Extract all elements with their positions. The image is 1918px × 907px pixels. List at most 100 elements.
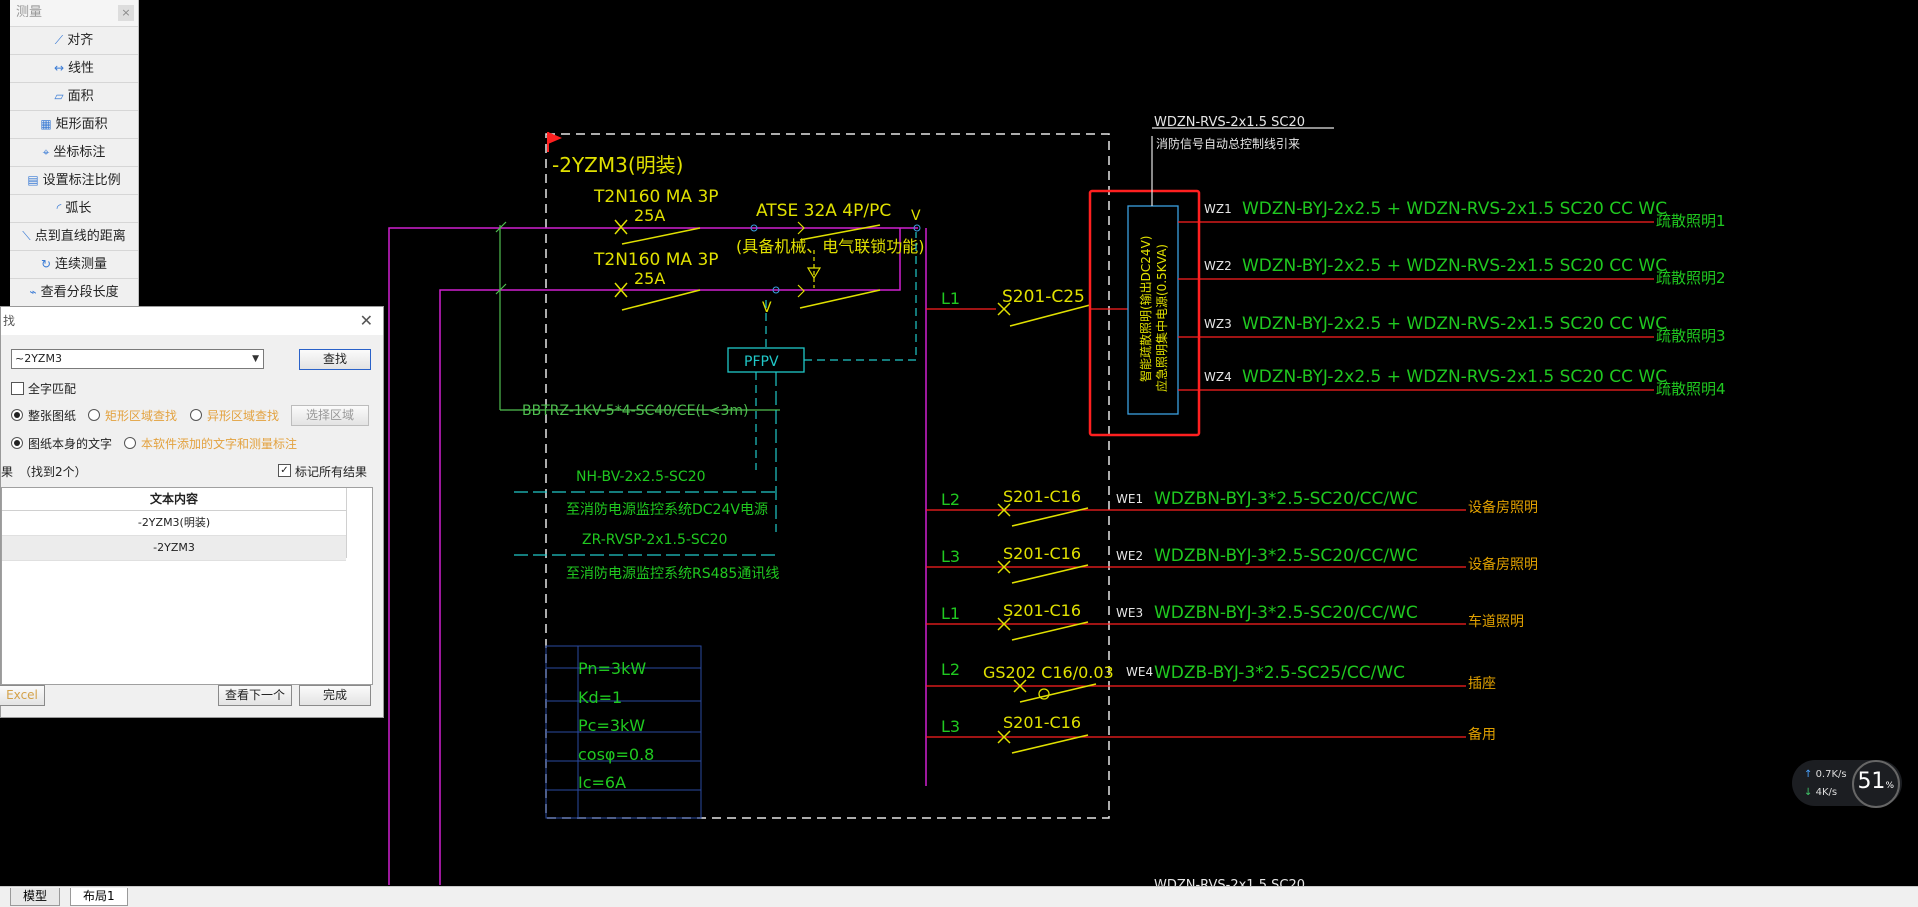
excel-button[interactable]: Excel bbox=[0, 685, 45, 706]
mark-all-label: 标记所有结果 bbox=[295, 465, 368, 479]
measure-item-label: 查看分段长度 bbox=[40, 285, 119, 300]
coordinate-icon: ⌖ bbox=[42, 145, 50, 159]
wz-circuit-1: WZ1 WDZN-BYJ-2x2.5 + WDZN-RVS-2x1.5 SC20… bbox=[1178, 199, 1726, 230]
measure-linear-button[interactable]: ↔ 线性 bbox=[10, 55, 138, 83]
measure-align-button[interactable]: ⟋ 对齐 bbox=[10, 27, 138, 55]
measure-item-label: 弧长 bbox=[65, 201, 92, 216]
signal-cable-label: WDZN-RVS-2x1.5 SC20 bbox=[1154, 115, 1305, 130]
svg-text:设备房照明: 设备房照明 bbox=[1468, 499, 1538, 516]
measure-item-label: 面积 bbox=[67, 89, 94, 104]
svg-text:疏散照明1: 疏散照明1 bbox=[1656, 212, 1726, 230]
measure-point-line-button[interactable]: ⟍ 点到直线的距离 bbox=[10, 223, 138, 251]
scope-irregular-label: 异形区域查找 bbox=[207, 409, 280, 423]
area-icon: ▱ bbox=[54, 89, 64, 103]
search-input-value: ~2YZM3 bbox=[15, 352, 62, 365]
text-source-drawing-radio[interactable] bbox=[11, 437, 23, 449]
align-measure-icon: ⟋ bbox=[54, 33, 64, 47]
load-table: Pn=3kW Kd=1 Pc=3kW cosφ=0.8 Ic=6A bbox=[545, 645, 702, 819]
segment-icon: ⌁ bbox=[29, 285, 37, 299]
we-circuit-4: L2 GS202 C16/0.03 WE4 WDZB-BYJ-3*2.5-SC2… bbox=[926, 660, 1496, 703]
results-count: 果 （找到2个） bbox=[1, 465, 87, 479]
measure-rect-area-button[interactable]: ▦ 矩形面积 bbox=[10, 111, 138, 139]
select-area-button[interactable]: 选择区域 bbox=[291, 405, 369, 426]
table-row[interactable]: -2YZM3 bbox=[2, 536, 346, 561]
scope-rect-label: 矩形区域查找 bbox=[105, 409, 178, 423]
match-whole-checkbox[interactable] bbox=[11, 382, 24, 395]
emergency-box-label-1: 智能疏散照明(输出DC24V) bbox=[1138, 236, 1153, 382]
download-speed: 4K/s bbox=[1804, 787, 1838, 798]
svg-text:WDZN-BYJ-2x2.5 + WDZN-RVS-2x1.: WDZN-BYJ-2x2.5 + WDZN-RVS-2x1.5 SC20 CC … bbox=[1242, 367, 1667, 387]
done-button[interactable]: 完成 bbox=[299, 685, 371, 706]
svg-text:疏散照明4: 疏散照明4 bbox=[1656, 380, 1726, 398]
svg-text:WZ2: WZ2 bbox=[1204, 259, 1232, 273]
find-button[interactable]: 查找 bbox=[299, 349, 371, 370]
svg-text:L3: L3 bbox=[941, 717, 960, 736]
svg-text:GS202 C16/0.03: GS202 C16/0.03 bbox=[983, 663, 1114, 682]
svg-text:S201-C16: S201-C16 bbox=[1003, 544, 1081, 563]
breaker-1-rating: 25A bbox=[634, 206, 665, 225]
svg-text:WDZB-BYJ-3*2.5-SC25/CC/WC: WDZB-BYJ-3*2.5-SC25/CC/WC bbox=[1154, 663, 1405, 683]
close-icon[interactable]: ✕ bbox=[360, 307, 373, 335]
mark-all-checkbox[interactable]: ✓ bbox=[278, 464, 291, 477]
scale-icon: ▤ bbox=[27, 173, 39, 187]
arc-icon: ◜ bbox=[56, 201, 62, 215]
breaker-1-label: T2N160 MA 3P bbox=[593, 187, 719, 207]
measure-arc-button[interactable]: ◜ 弧长 bbox=[10, 195, 138, 223]
next-button[interactable]: 查看下一个 bbox=[218, 685, 292, 706]
point-line-icon: ⟍ bbox=[22, 229, 31, 243]
svg-text:WZ4: WZ4 bbox=[1204, 370, 1232, 384]
panel-name: -2YZM3(明装) bbox=[552, 153, 683, 177]
svg-text:WZ1: WZ1 bbox=[1204, 202, 1232, 216]
scope-rect-radio[interactable] bbox=[88, 409, 100, 421]
measure-area-button[interactable]: ▱ 面积 bbox=[10, 83, 138, 111]
svg-text:WE1: WE1 bbox=[1116, 492, 1143, 506]
upload-speed: 0.7K/s bbox=[1804, 769, 1847, 780]
svg-text:L2: L2 bbox=[941, 660, 960, 679]
scope-whole-radio[interactable] bbox=[11, 409, 23, 421]
emergency-power-box bbox=[1127, 205, 1179, 415]
feed-cable-label: BBTRZ-1KV-5*4-SC40/CE(L<3m) bbox=[522, 403, 748, 419]
svg-text:WDZN-BYJ-2x2.5 + WDZN-RVS-2x1.: WDZN-BYJ-2x2.5 + WDZN-RVS-2x1.5 SC20 CC … bbox=[1242, 256, 1667, 276]
pfpv-label: PFPV bbox=[744, 354, 779, 370]
main-breaker-label: S201-C25 bbox=[1002, 287, 1085, 307]
we-circuit-2: L3 S201-C16 WE2 WDZBN-BYJ-3*2.5-SC20/CC/… bbox=[926, 544, 1538, 584]
select-area-label: 选择区域 bbox=[305, 408, 354, 422]
network-speed-widget[interactable]: 0.7K/s 4K/s 51% bbox=[1792, 760, 1902, 808]
text-source-added-radio[interactable] bbox=[124, 437, 136, 449]
zr-cable-label: ZR-RVSP-2x1.5-SC20 bbox=[582, 532, 727, 548]
svg-text:Pn=3kW: Pn=3kW bbox=[578, 659, 646, 678]
signal-cable-note: 消防信号自动总控制线引来 bbox=[1156, 136, 1300, 151]
search-input[interactable]: ~2YZM3 ▼ bbox=[11, 349, 264, 369]
svg-text:S201-C16: S201-C16 bbox=[1003, 601, 1081, 620]
layout-tab-bar: 模型 布局1 bbox=[0, 886, 1918, 907]
svg-text:Ic=6A: Ic=6A bbox=[578, 773, 626, 792]
measure-coordinate-button[interactable]: ⌖ 坐标标注 bbox=[10, 139, 138, 167]
measure-continuous-button[interactable]: ↻ 连续测量 bbox=[10, 251, 138, 279]
svg-text:WE2: WE2 bbox=[1116, 549, 1143, 563]
measure-item-label: 设置标注比例 bbox=[42, 173, 121, 188]
emergency-box-label-2: 应急照明集中电源(0.5KVA) bbox=[1154, 244, 1169, 392]
svg-text:插座: 插座 bbox=[1468, 676, 1496, 692]
svg-text:WDZBN-BYJ-3*2.5-SC20/CC/WC: WDZBN-BYJ-3*2.5-SC20/CC/WC bbox=[1154, 489, 1418, 509]
table-row[interactable]: -2YZM3(明装) bbox=[2, 511, 346, 536]
tab-layout1[interactable]: 布局1 bbox=[70, 888, 128, 906]
voltage-sensor-1: V bbox=[911, 208, 921, 224]
wz-circuit-2: WZ2 WDZN-BYJ-2x2.5 + WDZN-RVS-2x1.5 SC20… bbox=[1178, 256, 1726, 287]
svg-text:WDZBN-BYJ-3*2.5-SC20/CC/WC: WDZBN-BYJ-3*2.5-SC20/CC/WC bbox=[1154, 546, 1418, 566]
match-whole-label: 全字匹配 bbox=[28, 382, 77, 396]
atse-note: (具备机械、电气联锁功能) bbox=[736, 237, 925, 256]
svg-text:S201-C16: S201-C16 bbox=[1003, 713, 1081, 732]
nh-cable-desc: 至消防电源监控系统DC24V电源 bbox=[566, 502, 768, 518]
svg-text:备用: 备用 bbox=[1468, 726, 1496, 743]
measure-scale-button[interactable]: ▤ 设置标注比例 bbox=[10, 167, 138, 195]
svg-text:L1: L1 bbox=[941, 604, 960, 623]
measure-segment-button[interactable]: ⌁ 查看分段长度 bbox=[10, 279, 138, 307]
chevron-down-icon[interactable]: ▼ bbox=[252, 350, 259, 368]
svg-text:疏散照明3: 疏散照明3 bbox=[1656, 327, 1726, 345]
close-icon[interactable]: × bbox=[118, 5, 134, 21]
zr-cable-desc: 至消防电源监控系统RS485通讯线 bbox=[566, 566, 779, 582]
tab-model[interactable]: 模型 bbox=[10, 888, 61, 906]
we-circuit-1: L2 S201-C16 WE1 WDZBN-BYJ-3*2.5-SC20/CC/… bbox=[926, 487, 1538, 527]
svg-text:L3: L3 bbox=[941, 547, 960, 566]
scope-irregular-radio[interactable] bbox=[190, 409, 202, 421]
